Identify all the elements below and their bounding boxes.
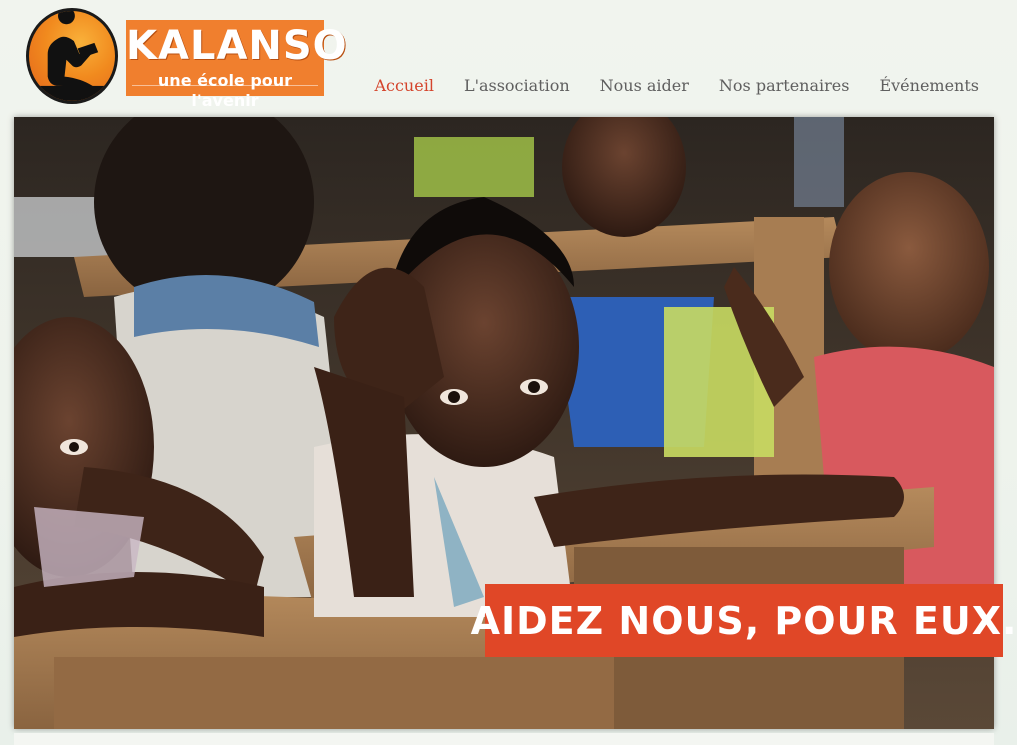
nav-item-nous-aider[interactable]: Nous aider [585, 74, 704, 98]
brand-logo-box[interactable]: KALANSO une école pour l'avenir [126, 20, 348, 110]
nav-item-association[interactable]: L'association [449, 74, 585, 98]
logo-emblem[interactable] [26, 8, 118, 104]
reading-child-silhouette-icon [29, 11, 115, 101]
cta-banner[interactable]: AIDEZ NOUS, POUR EUX. [471, 584, 1016, 657]
banner-text: AIDEZ NOUS, POUR EUX. [470, 598, 1017, 643]
nav-item-evenements[interactable]: Événements [864, 74, 979, 98]
brand-name: KALANSO [126, 23, 348, 69]
footer-strip [14, 733, 994, 745]
nav-item-partenaires[interactable]: Nos partenaires [704, 74, 865, 98]
brand-tagline: une école pour l'avenir [126, 71, 324, 111]
main-navigation: Accueil L'association Nous aider Nos par… [359, 74, 979, 98]
nav-item-accueil[interactable]: Accueil [359, 74, 448, 98]
